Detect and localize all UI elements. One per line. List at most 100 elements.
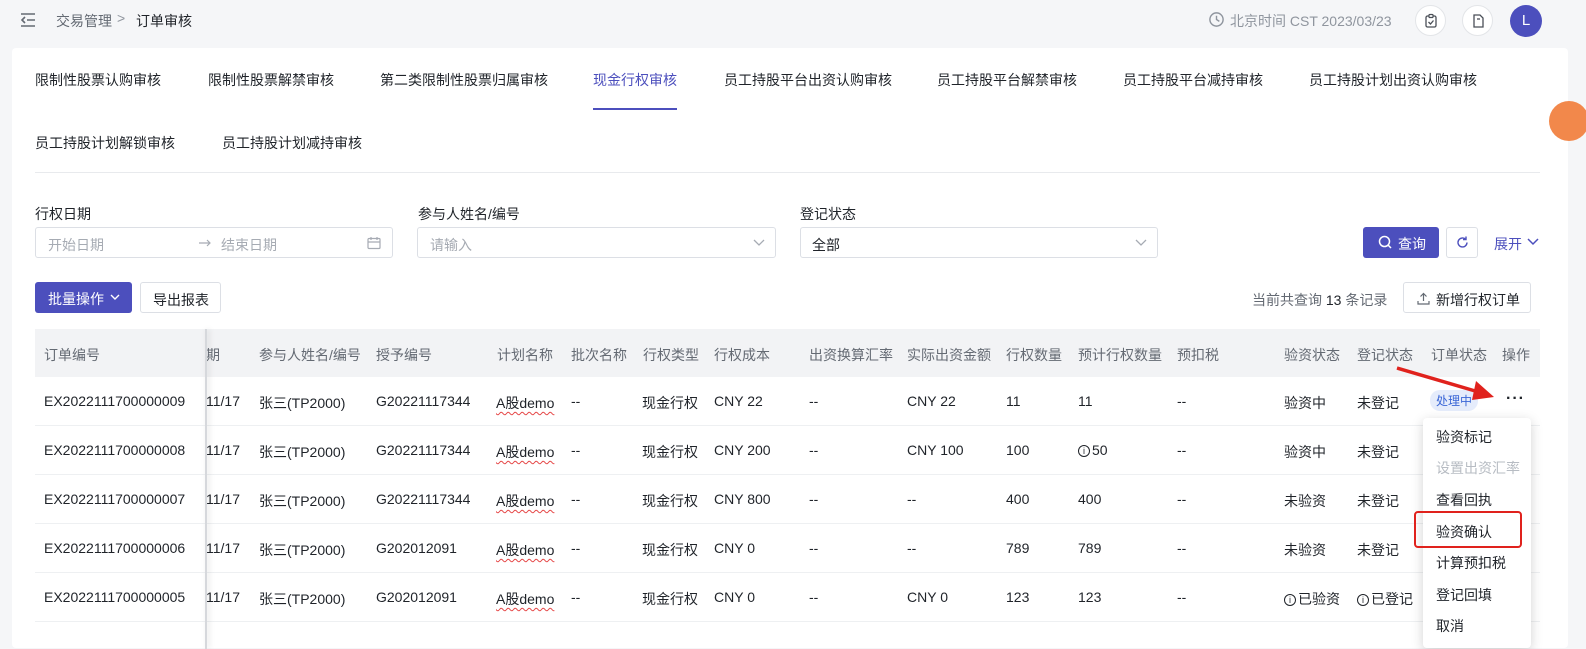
order-no: EX2022111700000009 [44,393,186,409]
exercise-qty: 123 [1006,589,1030,605]
menu-item-register-backfill[interactable]: 登记回填 [1436,585,1492,605]
table-row[interactable]: EX2022111700000005 11/17 张三(TP2000) G202… [35,573,1540,622]
grant-no: G20221117344 [376,393,471,409]
more-actions-icon[interactable]: ··· [1506,390,1525,408]
col-exercise-cost: 行权成本 [714,347,770,363]
register-status: 未登记 [1357,395,1399,411]
date-start-placeholder[interactable]: 开始日期 [48,235,104,255]
chevron-down-icon [110,294,120,300]
reset-button[interactable] [1446,227,1478,258]
exchange-rate: -- [809,442,819,458]
tab-plan-unlock[interactable]: 员工持股计划解锁审核 [35,133,175,153]
col-date: 期 [206,347,220,363]
menu-item-cancel[interactable]: 取消 [1436,616,1464,636]
notice-button[interactable] [1462,5,1493,36]
collapse-menu-icon[interactable] [18,10,38,30]
participant-select[interactable]: 请输入 [417,227,776,258]
info-icon[interactable]: i [1078,445,1090,457]
exercise-date: 11/17 [206,393,240,409]
exercise-cost: CNY 0 [714,589,755,605]
tab-plan-reduce[interactable]: 员工持股计划减持审核 [222,133,362,153]
plan-name: A股demo [496,493,555,509]
col-actual-amount: 实际出资金额 [907,347,991,363]
withholding-tax: -- [1177,491,1187,507]
exercise-qty: 100 [1006,442,1030,458]
exercise-type: 现金行权 [642,542,698,558]
exchange-rate: -- [809,491,819,507]
add-exercise-order-label: 新增行权订单 [1436,292,1520,308]
expand-link[interactable]: 展开 [1494,234,1522,254]
tab-restricted-stock-subscribe[interactable]: 限制性股票认购审核 [35,70,161,90]
withholding-tax: -- [1177,442,1187,458]
register-status: i 已登记 [1357,589,1413,609]
register-status-label: 登记状态 [800,206,856,222]
tab-platform-unlock[interactable]: 员工持股平台解禁审核 [937,70,1077,90]
tab-type2-restricted-vesting[interactable]: 第二类限制性股票归属审核 [380,70,548,90]
floating-side-button[interactable] [1549,101,1586,141]
participant: 张三(TP2000) [259,591,346,607]
exercise-type: 现金行权 [642,444,698,460]
chevron-down-icon[interactable] [1527,238,1539,246]
info-icon[interactable]: i [1284,594,1296,606]
batch-name: -- [571,393,581,409]
plan-name: A股demo [496,444,555,460]
batch-operation-button[interactable]: 批量操作 [35,282,132,313]
table-row[interactable]: EX2022111700000007 11/17 张三(TP2000) G202… [35,475,1540,524]
user-avatar[interactable]: L [1510,5,1542,37]
top-bar: 交易管理 > 订单审核 北京时间 CST 2023/03/23 L [0,0,1586,40]
col-est-exercise-qty: 预计行权数量 [1078,347,1162,363]
batch-name: -- [571,491,581,507]
menu-item-view-receipt[interactable]: 查看回执 [1436,490,1492,510]
date-range-picker[interactable]: 开始日期 结束日期 [35,227,393,258]
tab-platform-subscribe[interactable]: 员工持股平台出资认购审核 [724,70,892,90]
record-count: 当前共查询 13 条记录 [1252,292,1388,308]
exercise-qty: 400 [1006,491,1030,507]
tab-platform-reduce[interactable]: 员工持股平台减持审核 [1123,70,1263,90]
menu-item-verify-mark[interactable]: 验资标记 [1436,427,1492,447]
query-label: 查询 [1398,236,1426,252]
table-row[interactable]: EX2022111700000008 11/17 张三(TP2000) G202… [35,426,1540,475]
table-header: 订单编号 期 参与人姓名/编号 授予编号 计划名称 批次名称 行权类型 行权成本… [35,329,1540,377]
est-exercise-qty: 123 [1078,589,1102,605]
task-button[interactable] [1415,5,1446,36]
table-row[interactable]: EX2022111700000009 11/17 张三(TP2000) G202… [35,377,1540,426]
exercise-date: 11/17 [206,491,240,507]
query-button[interactable]: 查询 [1363,227,1439,258]
exercise-cost: CNY 200 [714,442,771,458]
tab-restricted-stock-unlock[interactable]: 限制性股票解禁审核 [208,70,334,90]
tab-plan-subscribe[interactable]: 员工持股计划出资认购审核 [1309,70,1477,90]
breadcrumb-separator: > [117,10,126,26]
est-exercise-qty: 789 [1078,540,1102,556]
export-report-button[interactable]: 导出报表 [140,282,221,313]
exercise-type: 现金行权 [642,591,698,607]
beijing-time: 北京时间 CST 2023/03/23 [1230,13,1392,29]
grant-no: G20221117344 [376,491,471,507]
col-grant-no: 授予编号 [376,347,432,363]
calendar-icon [367,237,381,250]
withholding-tax: -- [1177,393,1187,409]
date-end-placeholder[interactable]: 结束日期 [221,235,277,255]
annotation-arrow-icon [1396,366,1494,400]
col-participant: 参与人姓名/编号 [259,347,361,363]
withholding-tax: -- [1177,589,1187,605]
exercise-qty: 789 [1006,540,1030,556]
breadcrumb-parent[interactable]: 交易管理 [56,11,112,31]
exercise-date: 11/17 [206,589,240,605]
add-exercise-order-button[interactable]: 新增行权订单 [1403,282,1531,313]
info-icon[interactable]: i [1357,594,1369,606]
orders-table: 订单编号 期 参与人姓名/编号 授予编号 计划名称 批次名称 行权类型 行权成本… [35,329,1540,649]
exercise-qty: 11 [1006,393,1021,409]
col-register-status: 登记状态 [1357,347,1413,363]
exercise-date: 11/17 [206,540,240,556]
chevron-down-icon [1135,239,1147,246]
participant-label: 参与人姓名/编号 [418,206,520,222]
register-status: 未登记 [1357,542,1399,558]
exercise-type: 现金行权 [642,395,698,411]
register-status-select[interactable]: 全部 [800,227,1158,258]
order-no: EX2022111700000008 [44,442,186,458]
participant: 张三(TP2000) [259,395,346,411]
tab-cash-exercise[interactable]: 现金行权审核 [593,70,677,90]
table-row[interactable]: EX2022111700000006 11/17 张三(TP2000) G202… [35,524,1540,573]
chevron-down-icon [753,239,765,246]
menu-item-calc-withholding[interactable]: 计算预扣税 [1436,553,1506,573]
